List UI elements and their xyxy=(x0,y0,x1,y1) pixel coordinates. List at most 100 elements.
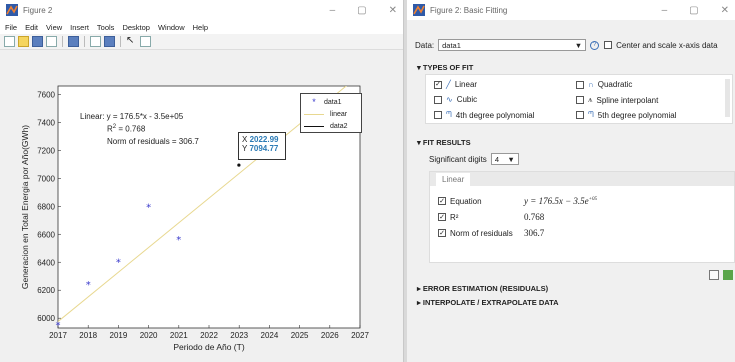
sig-digits-select[interactable]: 4 ▼ xyxy=(490,153,519,165)
y-tick-label: 7200 xyxy=(37,146,55,155)
menu-view[interactable]: View xyxy=(46,23,62,32)
colorbar-icon[interactable] xyxy=(90,36,101,47)
open-file-icon[interactable] xyxy=(18,36,29,47)
fit-type-5th-degree[interactable]: ᘉ 5th degree polynomial xyxy=(576,110,677,120)
poly4-fit-icon: ᘉ xyxy=(446,110,452,119)
bf-title: Figure 2: Basic Fitting xyxy=(430,5,508,15)
fit-type-spline[interactable]: ⩚ Spline interpolant xyxy=(576,95,658,105)
sig-digits-label: Significant digits xyxy=(429,154,487,164)
dropdown-arrow-icon: ▼ xyxy=(507,154,515,164)
menu-file[interactable]: File xyxy=(5,23,17,32)
y-tick-label: 7400 xyxy=(37,118,55,127)
legend-icon[interactable] xyxy=(104,36,115,47)
linear-fit-icon: ╱ xyxy=(446,80,451,89)
interpolate-header[interactable]: ▸ INTERPOLATE / EXTRAPOLATE DATA xyxy=(417,298,559,307)
tab-linear[interactable]: Linear xyxy=(436,172,471,186)
data-point-data1: * xyxy=(116,258,121,269)
legend-entry-data1: data1 xyxy=(324,98,342,106)
export-icon[interactable] xyxy=(709,270,719,280)
legend[interactable]: * data1 linear data2 xyxy=(300,93,362,133)
equation-checkbox[interactable]: ✓ xyxy=(438,197,446,205)
fit-types-scrollbar[interactable] xyxy=(725,79,730,117)
y-axis-label: Generacion en Total Energia por Año(GWh) xyxy=(20,125,30,289)
dropdown-arrow-icon: ▼ xyxy=(574,40,583,50)
y-tick-label: 6000 xyxy=(37,314,55,323)
legend-entry-linear: linear xyxy=(330,110,348,118)
r2-value: 0.768 xyxy=(524,212,545,222)
fit-type-4th-degree[interactable]: ᘉ 4th degree polynomial xyxy=(434,110,535,120)
data-point-data1: * xyxy=(176,235,181,246)
legend-line-data2 xyxy=(304,125,324,127)
datatip[interactable]: X 2022.99 Y 7094.77 xyxy=(238,132,286,160)
x-tick-label: 2024 xyxy=(261,331,279,340)
link-plot-icon[interactable] xyxy=(68,36,79,47)
data-point-data1: * xyxy=(56,321,61,332)
maximize-icon[interactable]: ▢ xyxy=(357,5,366,16)
menu-help[interactable]: Help xyxy=(193,23,208,32)
plot-residuals-icon[interactable] xyxy=(723,270,733,280)
norm-checkbox[interactable]: ✓ xyxy=(438,229,446,237)
figure-titlebar: Figure 2 – ▢ ✕ xyxy=(0,0,403,20)
x-tick-label: 2018 xyxy=(79,331,97,340)
y-tick-label: 6200 xyxy=(37,286,55,295)
data-select[interactable]: data1 ▼ xyxy=(438,39,587,51)
fit-annotation: Linear: y = 176.5*x - 3.5e+05 R2 = 0.768… xyxy=(80,112,199,146)
norm-value: 306.7 xyxy=(524,228,545,238)
significant-digits-row: Significant digits 4 ▼ xyxy=(429,153,519,165)
center-scale-label: Center and scale x-axis data xyxy=(616,40,718,50)
spline-fit-icon: ⩚ xyxy=(588,95,593,104)
print-icon[interactable] xyxy=(46,36,57,47)
x-tick-label: 2025 xyxy=(291,331,309,340)
pointer-icon[interactable]: ↖ xyxy=(126,36,137,47)
poly5-fit-icon: ᘉ xyxy=(588,110,594,119)
data-row: Data: data1 ▼ ? Center and scale x-axis d… xyxy=(415,39,718,51)
x-tick-label: 2023 xyxy=(230,331,248,340)
data-label: Data: xyxy=(415,40,435,50)
legend-marker-star: * xyxy=(312,97,316,107)
fit-type-quadratic[interactable]: ∩ Quadratic xyxy=(576,80,632,89)
figure-title: Figure 2 xyxy=(23,5,53,15)
y-tick-label: 7000 xyxy=(37,174,55,183)
help-icon[interactable]: ? xyxy=(590,40,600,50)
minimize-icon[interactable]: – xyxy=(662,5,668,16)
result-equation-row: ✓ Equation y = 176.5x − 3.5e+05 xyxy=(438,196,598,206)
menu-tools[interactable]: Tools xyxy=(97,23,115,32)
annotation-equation: Linear: y = 176.5*x - 3.5e+05 xyxy=(80,112,184,121)
fit-type-cubic[interactable]: ∿ Cubic xyxy=(434,95,477,104)
close-icon[interactable]: ✕ xyxy=(389,5,397,16)
error-estimation-header[interactable]: ▸ ERROR ESTIMATION (RESIDUALS) xyxy=(417,284,548,293)
legend-entry-data2: data2 xyxy=(330,122,348,130)
maximize-icon[interactable]: ▢ xyxy=(689,5,698,16)
data-point-data1: * xyxy=(86,280,91,291)
legend-line-linear xyxy=(304,113,324,115)
new-figure-icon[interactable] xyxy=(4,36,15,47)
fit-results-header[interactable]: ▾ FIT RESULTS xyxy=(417,138,471,147)
data-point-data2 xyxy=(237,163,241,167)
matlab-logo-icon xyxy=(6,4,18,16)
menu-insert[interactable]: Insert xyxy=(70,23,89,32)
result-norm-row: ✓ Norm of residuals 306.7 xyxy=(438,228,545,238)
panel-icon[interactable] xyxy=(140,36,151,47)
menu-desktop[interactable]: Desktop xyxy=(122,23,150,32)
center-scale-checkbox[interactable] xyxy=(604,41,613,49)
save-icon[interactable] xyxy=(32,36,43,47)
r2-checkbox[interactable]: ✓ xyxy=(438,213,446,221)
y-tick-label: 6800 xyxy=(37,202,55,211)
x-tick-label: 2021 xyxy=(170,331,188,340)
figure-menubar: File Edit View Insert Tools Desktop Window Help xyxy=(0,20,403,34)
x-tick-label: 2019 xyxy=(110,331,128,340)
figure-toolbar: ↖ xyxy=(0,34,403,50)
toolbar-divider xyxy=(84,36,85,47)
equation-value: y = 176.5x − 3.5e+05 xyxy=(524,196,598,206)
minimize-icon[interactable]: – xyxy=(330,5,336,16)
fit-type-linear[interactable]: ✓ ╱ Linear xyxy=(434,80,477,89)
cubic-fit-icon: ∿ xyxy=(446,95,453,104)
types-of-fit-header[interactable]: ▾ TYPES OF FIT xyxy=(417,63,473,72)
close-icon[interactable]: ✕ xyxy=(721,5,729,16)
window-controls: – ▢ ✕ xyxy=(330,5,397,16)
menu-window[interactable]: Window xyxy=(158,23,185,32)
x-tick-label: 2020 xyxy=(140,331,158,340)
x-tick-label: 2027 xyxy=(351,331,369,340)
fit-results-panel: Linear ✓ Equation y = 176.5x − 3.5e+05 ✓ R²… xyxy=(429,171,735,263)
menu-edit[interactable]: Edit xyxy=(25,23,38,32)
